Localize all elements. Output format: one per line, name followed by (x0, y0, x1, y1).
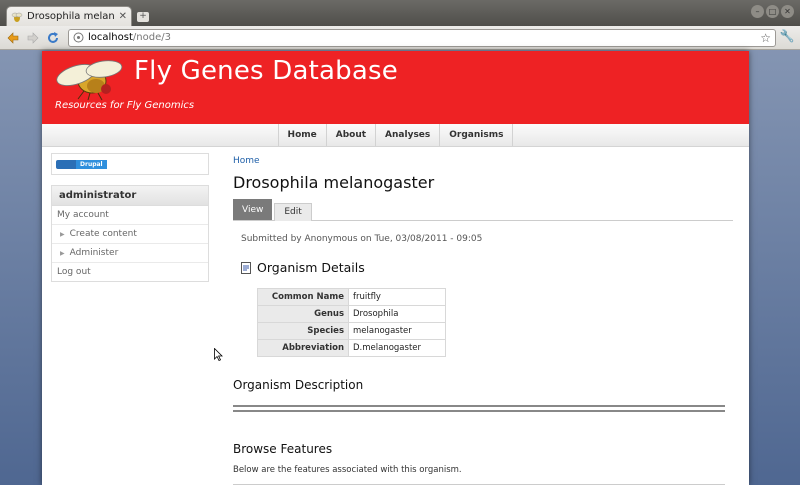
reload-icon (48, 31, 58, 43)
webpage: Fly Genes Database Resources for Fly Gen… (42, 51, 749, 485)
user-menu-block: administrator My account Create content … (51, 185, 209, 282)
sidebar-item-create-content[interactable]: Create content (52, 225, 208, 244)
close-tab-icon[interactable]: ✕ (119, 11, 127, 22)
window-controls: – □ ✕ (751, 5, 794, 18)
sidebar: Drupal administrator My account Create c… (51, 153, 209, 282)
powered-by-drupal-badge[interactable]: Drupal (56, 159, 107, 169)
breadcrumb[interactable]: Home (233, 156, 733, 166)
detail-label: Common Name (257, 288, 349, 306)
sidebar-item-my-account[interactable]: My account (52, 206, 208, 225)
organism-details-title: Organism Details (257, 260, 365, 275)
star-icon[interactable]: ☆ (760, 31, 771, 45)
nav-item-about[interactable]: About (325, 124, 375, 146)
sidebar-item-administer[interactable]: Administer (52, 244, 208, 263)
document-icon (241, 261, 251, 274)
site-name[interactable]: Fly Genes Database (134, 56, 398, 86)
organism-details-table: Common Name fruitfly Genus Drosophila Sp… (257, 288, 446, 357)
maximize-icon[interactable]: □ (766, 5, 779, 18)
browse-features-text: Below are the features associated with t… (233, 465, 462, 475)
browser-titlebar: Drosophila melanoga... ✕ + – □ ✕ (0, 0, 800, 26)
organism-description-box (233, 405, 725, 412)
organism-details-heading: Organism Details (241, 260, 733, 275)
wrench-icon[interactable]: 🔧 (778, 29, 796, 47)
browser-tab[interactable]: Drosophila melanoga... ✕ (6, 6, 132, 26)
table-row: Species melanogaster (257, 322, 446, 340)
browser-toolbar: localhost/node/3 ☆ 🔧 (0, 26, 800, 50)
detail-value: D.melanogaster (348, 339, 446, 357)
page-title: Drosophila melanogaster (233, 173, 435, 192)
organism-description-heading: Organism Description (233, 378, 364, 392)
drupal-drop-icon (56, 159, 76, 169)
site-header: Fly Genes Database Resources for Fly Gen… (42, 51, 749, 124)
back-button[interactable] (4, 29, 22, 47)
sidebar-item-log-out[interactable]: Log out (52, 263, 208, 281)
detail-label: Genus (257, 305, 349, 323)
back-arrow-icon (7, 31, 19, 44)
powered-by-block: Drupal (51, 153, 209, 175)
tab-title: Drosophila melanoga... (27, 11, 115, 22)
fly-logo-icon[interactable] (54, 55, 128, 101)
table-row: Genus Drosophila (257, 305, 446, 323)
page-icon (73, 32, 84, 43)
url-host: localhost (88, 32, 133, 43)
table-row: Abbreviation D.melanogaster (257, 339, 446, 357)
address-bar[interactable]: localhost/node/3 ☆ (68, 28, 776, 47)
submitted-info: Submitted by Anonymous on Tue, 03/08/201… (241, 234, 483, 244)
nav-item-home[interactable]: Home (277, 124, 326, 146)
tab-edit[interactable]: Edit (274, 203, 312, 221)
detail-value: Drosophila (348, 305, 446, 323)
close-window-icon[interactable]: ✕ (781, 5, 794, 18)
new-tab-button[interactable]: + (137, 12, 149, 22)
site-slogan: Resources for Fly Genomics (55, 100, 195, 111)
url-path: /node/3 (132, 32, 171, 43)
browse-features-heading: Browse Features (233, 442, 333, 456)
forward-arrow-icon (27, 31, 39, 44)
minimize-icon[interactable]: – (751, 5, 764, 18)
forward-button[interactable] (24, 29, 42, 47)
primary-nav: Home About Analyses Organisms (42, 124, 749, 147)
detail-label: Abbreviation (257, 339, 349, 357)
detail-value: fruitfly (348, 288, 446, 306)
detail-label: Species (257, 322, 349, 340)
user-block-title: administrator (52, 186, 208, 206)
url-text: localhost/node/3 (88, 32, 756, 43)
drupal-label: Drupal (76, 159, 107, 169)
detail-value: melanogaster (348, 322, 446, 340)
table-row: Common Name fruitfly (257, 288, 446, 306)
mouse-pointer-icon (214, 348, 223, 361)
main-content: Home Drosophila melanogaster View Edit S… (233, 153, 733, 485)
fly-favicon-icon (11, 12, 23, 22)
nav-item-analyses[interactable]: Analyses (375, 124, 439, 146)
tab-view[interactable]: View (233, 199, 273, 220)
reload-button[interactable] (44, 29, 62, 47)
nav-item-organisms[interactable]: Organisms (439, 124, 514, 146)
node-tabs: View Edit (233, 199, 733, 221)
